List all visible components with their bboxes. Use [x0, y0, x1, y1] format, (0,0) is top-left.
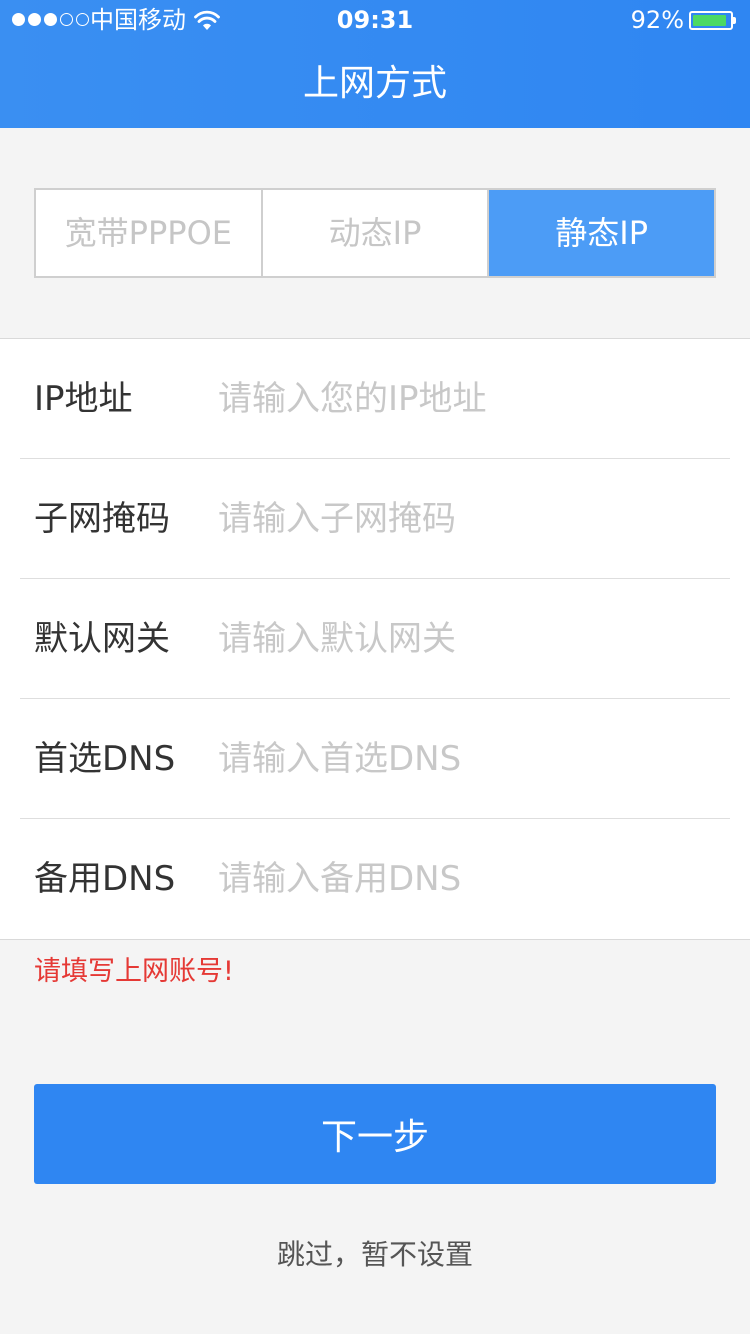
battery-level-fill	[693, 15, 727, 26]
status-bar: 中国移动 09:31 92%	[0, 0, 750, 40]
primary-dns-input[interactable]	[218, 729, 718, 789]
error-message: 请填写上网账号!	[34, 956, 234, 987]
secondary-dns-label: 备用DNS	[34, 859, 176, 899]
page-title: 上网方式	[302, 63, 447, 104]
ip-address-label: IP地址	[34, 379, 133, 419]
connection-type-selector: 宽带PPPOE 动态IP 静态IP	[34, 188, 716, 278]
static-ip-form: IP地址 子网掩码 默认网关 首选DNS 备用DNS	[0, 338, 750, 940]
app-header: 中国移动 09:31 92% 上网方式	[0, 0, 750, 128]
secondary-dns-row: 备用DNS	[20, 819, 730, 939]
battery-percentage: 92%	[630, 6, 684, 34]
battery-icon	[689, 11, 736, 30]
primary-dns-row: 首选DNS	[20, 699, 730, 819]
next-step-button[interactable]: 下一步	[34, 1084, 716, 1184]
primary-dns-label: 首选DNS	[34, 739, 176, 779]
subnet-mask-input[interactable]	[218, 489, 718, 549]
ip-address-input[interactable]	[218, 369, 718, 429]
tab-pppoe[interactable]: 宽带PPPOE	[36, 190, 263, 276]
skip-setup-link[interactable]: 跳过，暂不设置	[0, 1230, 750, 1280]
subnet-mask-label: 子网掩码	[34, 499, 170, 539]
subnet-mask-row: 子网掩码	[20, 459, 730, 579]
default-gateway-row: 默认网关	[20, 579, 730, 699]
tab-dynamic-ip[interactable]: 动态IP	[262, 190, 490, 276]
secondary-dns-input[interactable]	[218, 849, 718, 909]
default-gateway-label: 默认网关	[34, 619, 170, 659]
default-gateway-input[interactable]	[218, 609, 718, 669]
ip-address-row: IP地址	[20, 339, 730, 459]
tab-static-ip[interactable]: 静态IP	[489, 190, 715, 276]
